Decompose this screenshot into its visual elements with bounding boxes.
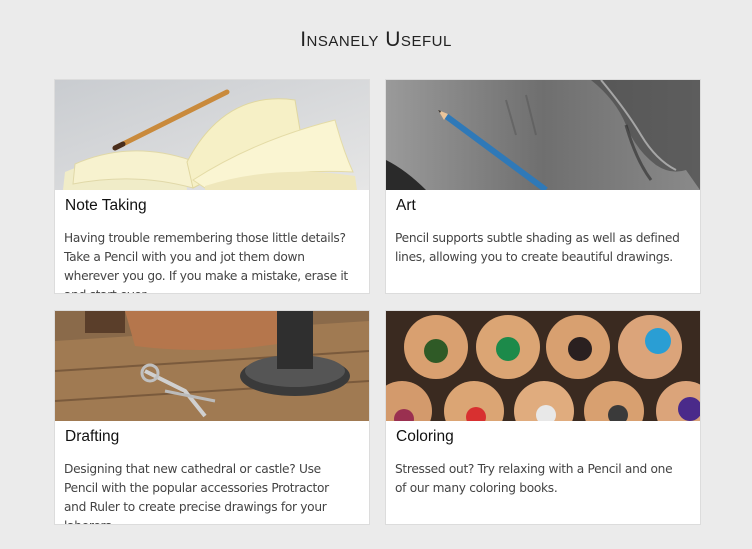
feature-card-note-taking: Note Taking Having trouble remembering t… — [54, 79, 370, 294]
notebook-pencil-image — [55, 80, 369, 190]
feature-card-drafting: Drafting Designing that new cathedral or… — [54, 310, 370, 525]
card-heading: Coloring — [396, 428, 454, 445]
card-description: Pencil supports subtle shading as well a… — [395, 231, 680, 264]
card-heading: Art — [396, 197, 416, 214]
drafting-tools-image — [55, 311, 369, 421]
card-heading: Note Taking — [65, 197, 147, 214]
card-description: Stressed out? Try relaxing with a Pencil… — [395, 462, 673, 495]
feature-card-coloring: Coloring Stressed out? Try relaxing with… — [385, 310, 701, 525]
card-heading: Drafting — [65, 428, 120, 445]
feature-card-art: Art Pencil supports subtle shading as we… — [385, 79, 701, 294]
section-title: Insanely Useful — [300, 28, 452, 51]
card-description: Having trouble remembering those little … — [64, 231, 348, 293]
pencil-sketch-image — [386, 80, 700, 190]
colored-pencils-image — [386, 311, 700, 421]
card-description: Designing that new cathedral or castle? … — [64, 462, 329, 524]
